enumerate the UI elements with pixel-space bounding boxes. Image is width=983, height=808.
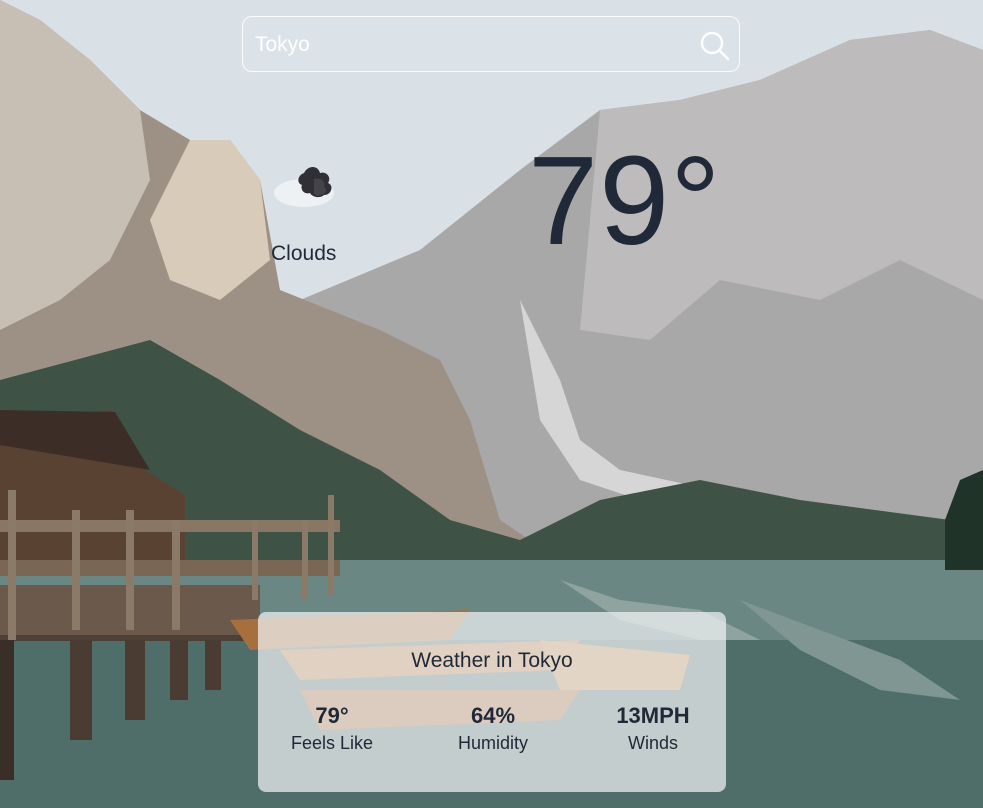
search-input[interactable]: [255, 29, 685, 61]
stat-feels-like: 79° Feels Like: [257, 703, 407, 755]
weather-app: Clouds 79° Weather in Tokyo 79° Feels Li…: [0, 0, 983, 808]
card-title: Weather in Tokyo: [411, 649, 573, 672]
current-temperature: 79°: [528, 130, 722, 271]
search-bar: [242, 16, 740, 72]
humidity-label: Humidity: [457, 733, 528, 753]
stat-humidity: 64% Humidity: [418, 703, 568, 755]
weather-condition: Clouds: [271, 242, 337, 265]
stat-winds: 13MPH Winds: [578, 703, 728, 755]
search-icon[interactable]: [699, 30, 731, 62]
clouds-icon: [268, 155, 354, 215]
humidity-value: 64%: [470, 703, 516, 728]
feels-like-value: 79°: [315, 703, 349, 728]
winds-label: Winds: [627, 733, 678, 753]
winds-value: 13MPH: [616, 703, 690, 728]
weather-details-card: Weather in Tokyo 79° Feels Like 64% Humi…: [258, 612, 726, 792]
feels-like-label: Feels Like: [290, 733, 374, 753]
